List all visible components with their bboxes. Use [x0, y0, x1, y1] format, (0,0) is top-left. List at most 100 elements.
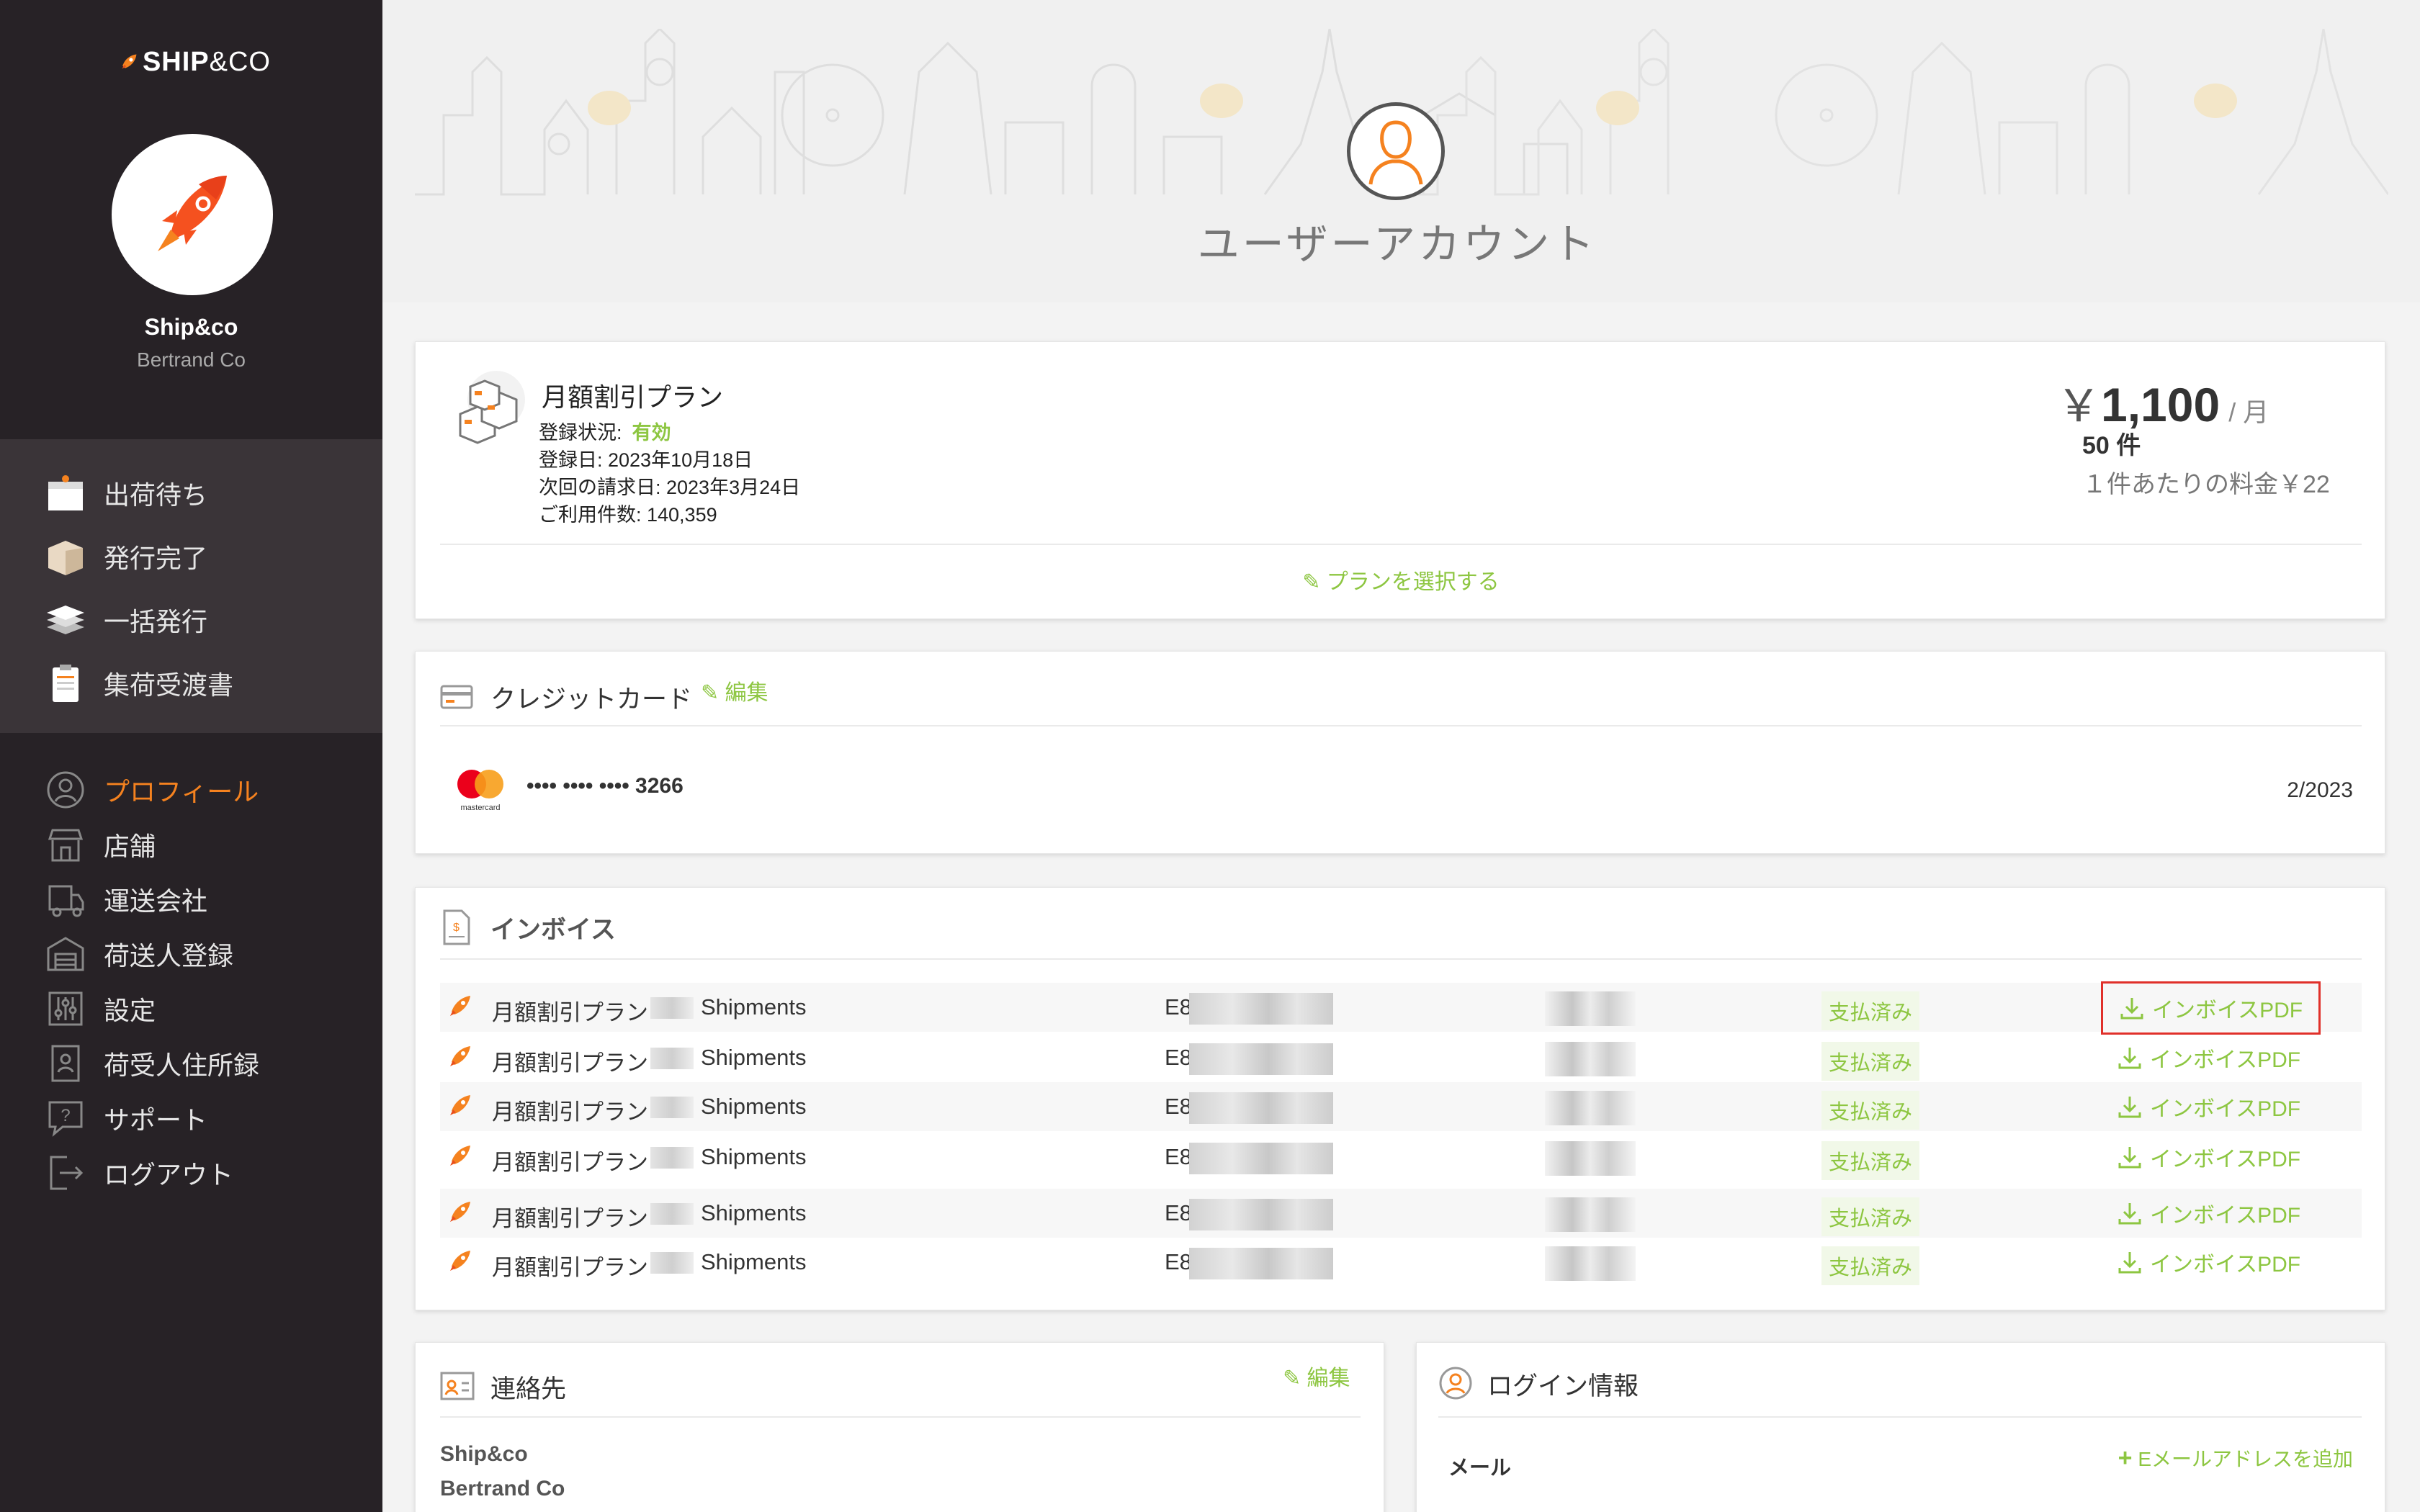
invoice-number: E8	[1165, 1094, 1192, 1119]
stack-icon	[40, 597, 91, 643]
nav-item-shippers[interactable]: 荷送人登録	[40, 929, 233, 979]
plan-next-billing-date: 次回の請求日: 2023年3月24日	[539, 477, 801, 498]
box-icon	[40, 470, 91, 516]
contact-edit-link[interactable]: ✎ 編集	[1283, 1360, 1350, 1392]
invoice-description: 月額割引プラン	[492, 1050, 648, 1076]
nav-item-settings[interactable]: 設定	[40, 984, 156, 1034]
mastercard-logo-icon: mastercard	[457, 770, 503, 812]
nav-item-support[interactable]: ? サポート	[40, 1093, 207, 1143]
select-plan-link[interactable]: ✎ プランを選択する	[416, 564, 2386, 595]
nav-item-logout[interactable]: ログアウト	[40, 1148, 233, 1198]
invoice-row: 月額割引プラン Shipments E8 支払済み インボイスPDF	[440, 1033, 2362, 1082]
divider	[440, 544, 2362, 545]
warehouse-icon	[40, 931, 91, 977]
invoice-number: E8	[1165, 1144, 1192, 1169]
nav-item-pickup[interactable]: 集荷受渡書	[40, 658, 233, 708]
invoice-unit: Shipments	[701, 1094, 807, 1119]
svg-text:?: ?	[60, 1106, 70, 1125]
page-title: ユーザーアカウント	[1197, 221, 1597, 268]
invoice-number: E8	[1165, 994, 1192, 1020]
invoice-unit: Shipments	[701, 1200, 807, 1225]
rocket-avatar-icon	[158, 176, 227, 251]
plan-price-period: / 月	[2228, 397, 2269, 427]
contact-name: Bertrand Co	[440, 1477, 565, 1500]
svg-text:mastercard: mastercard	[460, 804, 500, 812]
invoice-unit: Shipments	[701, 1249, 807, 1274]
redacted-amount	[1545, 1246, 1636, 1281]
logo-text: SHIP&CO	[142, 46, 271, 77]
user-silhouette-icon	[1368, 120, 1423, 185]
contact-card: 連絡先 ✎ 編集 Ship&co Bertrand Co	[415, 1342, 1384, 1512]
svg-text:$: $	[453, 922, 460, 934]
download-invoice-pdf-link[interactable]: インボイスPDF	[2101, 1238, 2316, 1287]
rocket-icon	[450, 1251, 470, 1271]
nav-item-profile[interactable]: プロフィール	[40, 765, 259, 815]
rocket-logo-icon	[122, 54, 137, 69]
plan-price-amount: 1,100	[2101, 378, 2220, 431]
redacted-amount	[1545, 1141, 1636, 1176]
redacted-invoice-number	[1189, 1199, 1333, 1230]
nav-item-bulk[interactable]: 一括発行	[40, 595, 207, 645]
plan-price: ￥1,100/ 月	[2056, 378, 2269, 431]
org-avatar[interactable]	[112, 134, 273, 295]
plan-status-value: 有効	[632, 422, 671, 444]
redacted-quantity	[650, 1203, 694, 1225]
redacted-quantity	[650, 1252, 694, 1274]
nav-item-pending[interactable]: 出荷待ち	[40, 468, 207, 518]
paid-status-badge: 支払済み	[1821, 1091, 1920, 1130]
plan-name: 月額割引プラン	[542, 382, 724, 412]
redacted-amount	[1545, 1091, 1636, 1125]
nav-item-stores[interactable]: 店舗	[40, 819, 156, 870]
paid-status-badge: 支払済み	[1821, 991, 1920, 1030]
credit-card-icon	[440, 685, 473, 709]
invoice-description: 月額割引プラン	[492, 1099, 648, 1125]
rocket-icon	[450, 1046, 470, 1066]
redacted-invoice-number	[1189, 993, 1333, 1025]
download-icon	[2118, 1097, 2141, 1118]
invoice-number: E8	[1165, 1249, 1192, 1274]
download-invoice-pdf-link[interactable]: インボイスPDF	[2101, 1033, 2316, 1082]
plan-registered-date: 登録日: 2023年10月18日	[539, 449, 753, 471]
invoice-description: 月額割引プラン	[492, 1000, 648, 1025]
redacted-invoice-number	[1189, 1248, 1333, 1279]
invoice-description: 月額割引プラン	[492, 1255, 648, 1280]
redacted-quantity	[650, 997, 694, 1019]
rocket-icon	[450, 1202, 470, 1222]
user-avatar[interactable]	[1347, 102, 1445, 200]
paid-status-badge: 支払済み	[1821, 1246, 1920, 1285]
redacted-invoice-number	[1189, 1043, 1333, 1075]
download-icon	[2120, 998, 2143, 1020]
user-icon	[40, 767, 91, 813]
logout-icon	[40, 1150, 91, 1196]
download-icon	[2118, 1048, 2141, 1069]
paid-status-badge: 支払済み	[1821, 1197, 1920, 1236]
invoice-document-icon: $	[443, 909, 470, 945]
sliders-icon	[40, 986, 91, 1032]
nav-item-carriers[interactable]: 運送会社	[40, 874, 207, 924]
pencil-icon: ✎	[1302, 570, 1321, 594]
invoice-number: E8	[1165, 1200, 1192, 1225]
credit-card-expiry: 2/2023	[2287, 778, 2353, 802]
plan-status: 登録状況: 有効	[539, 422, 671, 444]
invoices-title: インボイス	[490, 916, 616, 944]
pencil-icon: ✎	[701, 681, 720, 705]
download-invoice-pdf-link[interactable]: インボイスPDF	[2101, 981, 2321, 1035]
credit-card-edit-link[interactable]: ✎ 編集	[701, 675, 768, 706]
nav-item-address-book[interactable]: 荷受人住所録	[40, 1038, 259, 1089]
org-subtitle: Bertrand Co	[137, 348, 246, 371]
shipandco-logo[interactable]: SHIP&CO	[120, 33, 271, 91]
plan-card: 月額割引プラン 登録状況: 有効 登録日: 2023年10月18日 次回の請求日:…	[415, 341, 2385, 619]
support-icon: ?	[40, 1095, 91, 1141]
redacted-amount	[1545, 1197, 1636, 1232]
add-email-link[interactable]: + Eメールアドレスを追加	[2118, 1444, 2353, 1472]
redacted-invoice-number	[1189, 1092, 1333, 1124]
invoice-row: 月額割引プラン Shipments E8 支払済み インボイスPDF	[440, 1189, 2362, 1238]
download-invoice-pdf-link[interactable]: インボイスPDF	[2101, 1133, 2316, 1182]
nav-item-issued[interactable]: 発行完了	[40, 531, 207, 582]
download-invoice-pdf-link[interactable]: インボイスPDF	[2101, 1189, 2316, 1238]
invoice-description: 月額割引プラン	[492, 1206, 648, 1231]
plan-usage-count: ご利用件数: 140,359	[539, 504, 717, 526]
redacted-quantity	[650, 1147, 694, 1169]
download-invoice-pdf-link[interactable]: インボイスPDF	[2101, 1082, 2316, 1131]
redacted-invoice-number	[1189, 1143, 1333, 1174]
